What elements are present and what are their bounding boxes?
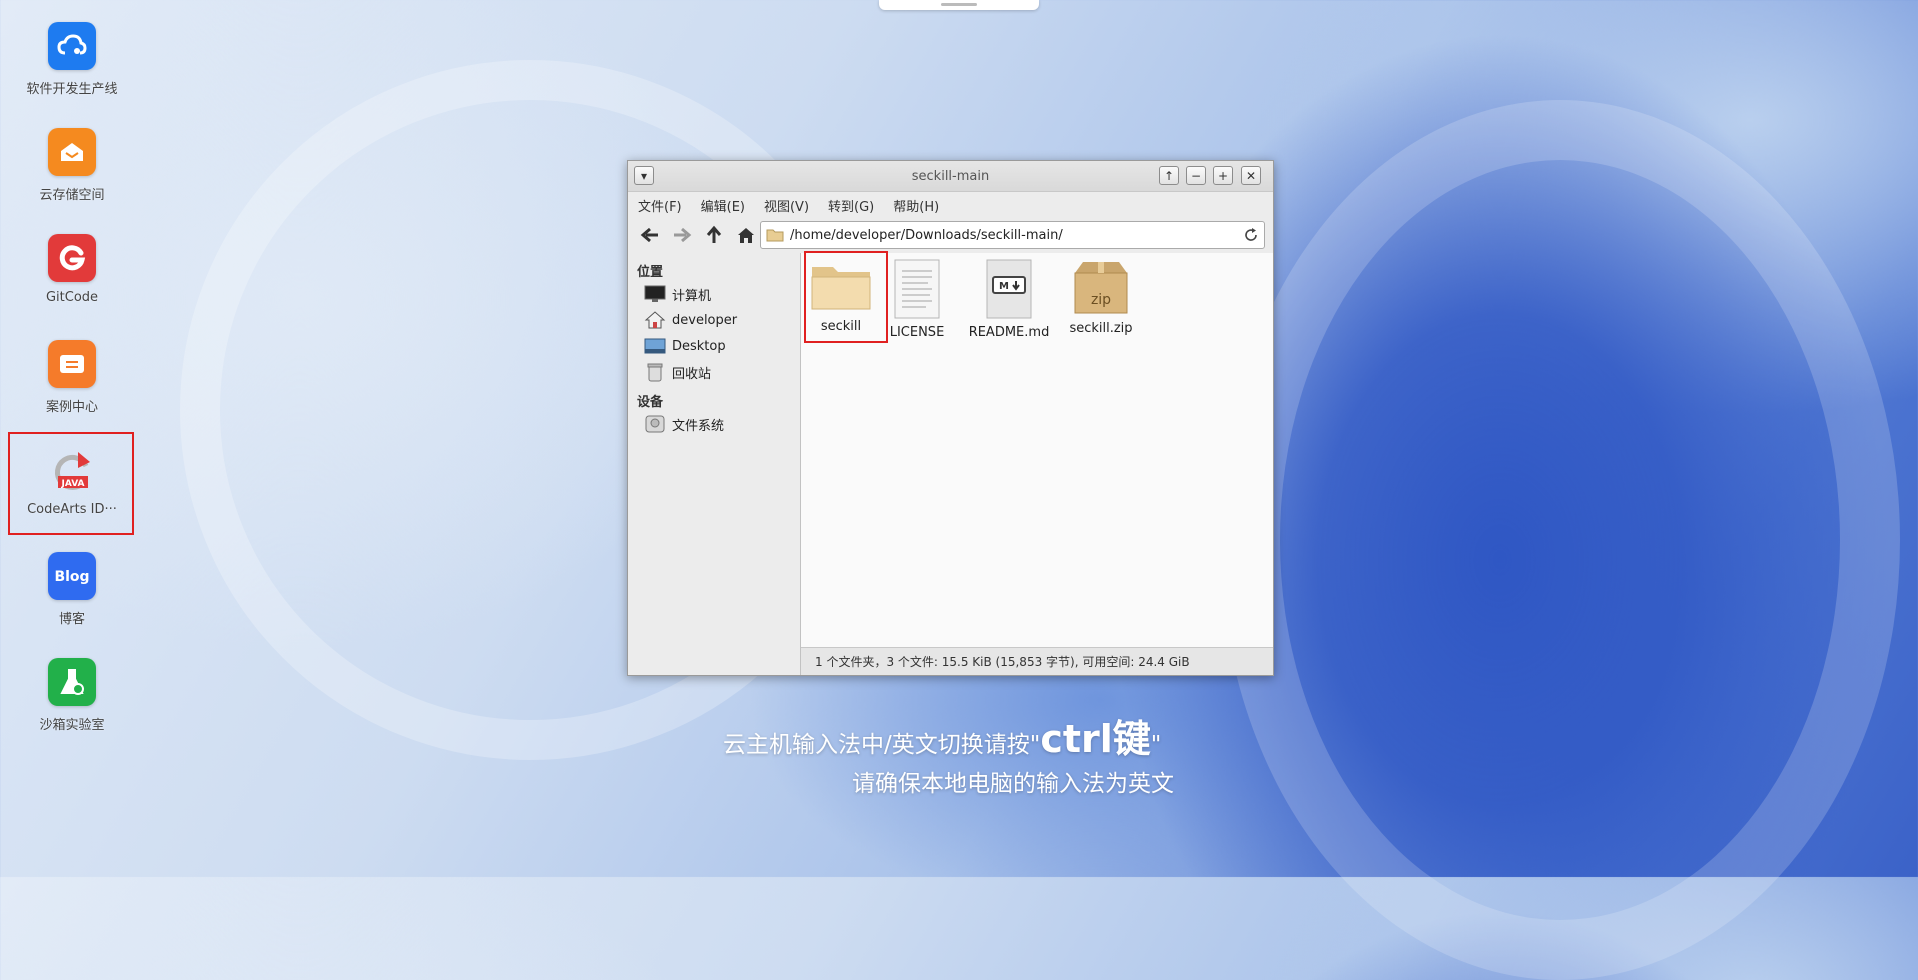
forward-button[interactable]	[670, 223, 694, 247]
file-view: seckill LICENSE M README.md zip seckill.…	[801, 251, 1273, 647]
address-bar[interactable]: /home/developer/Downloads/seckill-main/	[760, 221, 1265, 249]
sidebar-item-computer[interactable]: 计算机	[628, 281, 800, 307]
highlight-box-seckill	[804, 251, 888, 343]
svg-text:Blog: Blog	[54, 569, 89, 585]
places-sidebar: 位置 计算机 developer Desktop 回收站 设备 文件系统	[628, 253, 801, 675]
sidebar-item-trash[interactable]: 回收站	[628, 359, 800, 385]
desktop-icon-label: 沙箱实验室	[39, 718, 105, 733]
window-minimize-button[interactable]: −	[1186, 166, 1206, 185]
file-item-seckill-zip[interactable]: zip seckill.zip	[1061, 259, 1141, 345]
home-button[interactable]	[734, 223, 758, 247]
sidebar-item-label: developer	[672, 312, 738, 328]
menu-view[interactable]: 视图(V)	[764, 196, 809, 215]
desktop-icon-gitcode[interactable]: GitCode	[10, 226, 134, 326]
window-maximize-button[interactable]: +	[1213, 166, 1233, 185]
blog-icon: Blog	[48, 552, 96, 600]
sidebar-item-label: 文件系统	[672, 418, 725, 434]
sidebar-item-label: 回收站	[672, 366, 712, 382]
status-bar: 1 个文件夹，3 个文件: 15.5 KiB (15,853 字节), 可用空间…	[801, 647, 1273, 675]
sidebar-item-desktop[interactable]: Desktop	[628, 333, 800, 359]
trash-icon	[644, 362, 666, 382]
menu-go[interactable]: 转到(G)	[828, 196, 874, 215]
ime-hint-suffix: "	[1150, 732, 1162, 758]
case-center-icon	[48, 340, 96, 388]
forward-arrow-icon	[674, 227, 692, 243]
refresh-icon[interactable]	[1244, 228, 1258, 242]
zip-archive-icon: zip	[1074, 262, 1128, 314]
toolbar: /home/developer/Downloads/seckill-main/	[628, 218, 1273, 252]
top-drawer-handle[interactable]	[879, 0, 1039, 10]
window-shade-button[interactable]: ↑	[1159, 166, 1179, 185]
back-button[interactable]	[638, 223, 662, 247]
window-titlebar[interactable]: ▾ seckill-main ↑ − + ✕	[628, 161, 1273, 192]
devices-header: 设备	[637, 395, 664, 410]
menu-bar: 文件(F) 编辑(E) 视图(V) 转到(G) 帮助(H)	[628, 192, 1273, 218]
sidebar-item-label: 计算机	[672, 288, 712, 304]
places-header: 位置	[637, 265, 664, 280]
menu-edit[interactable]: 编辑(E)	[701, 196, 745, 215]
file-name: README.md	[968, 325, 1050, 340]
wallpaper-swirl	[1220, 100, 1900, 980]
desktop-icon-blog[interactable]: Blog 博客	[10, 544, 134, 644]
folder-small-icon	[766, 229, 784, 242]
file-name: LICENSE	[889, 325, 945, 340]
file-item-license[interactable]: LICENSE	[877, 259, 957, 345]
desktop-icon-label: 软件开发生产线	[26, 82, 118, 97]
gitcode-icon	[48, 234, 96, 282]
cloud-storage-icon	[48, 128, 96, 176]
ime-hint-key: ctrl键	[1040, 717, 1151, 761]
ime-hint-prefix: 云主机输入法中/英文切换请按"	[723, 732, 1041, 758]
desktop-icon-sandbox[interactable]: 沙箱实验室	[10, 650, 134, 750]
highlight-box-codearts	[8, 432, 134, 535]
sidebar-item-label: Desktop	[672, 338, 726, 354]
back-arrow-icon	[640, 227, 658, 243]
home-icon	[738, 228, 754, 243]
menu-file[interactable]: 文件(F)	[638, 196, 682, 215]
monitor-icon	[644, 284, 666, 304]
address-path: /home/developer/Downloads/seckill-main/	[790, 227, 1063, 243]
cloud-pipeline-icon	[48, 22, 96, 70]
file-item-readme[interactable]: M README.md	[969, 259, 1049, 345]
desktop-icon-case-center[interactable]: 案例中心	[10, 332, 134, 432]
window-close-button[interactable]: ✕	[1241, 166, 1261, 185]
markdown-file-icon: M	[986, 259, 1032, 319]
desktop-icon-devcloud[interactable]: 软件开发生产线	[10, 14, 134, 114]
up-arrow-icon	[706, 225, 722, 243]
ime-hint-line2: 请确保本地电脑的输入法为英文	[852, 771, 1174, 797]
desktop-icon-cloud-storage[interactable]: 云存储空间	[10, 120, 134, 220]
home-folder-icon	[644, 310, 666, 330]
drive-icon	[644, 414, 666, 434]
desktop-icon-label: GitCode	[45, 290, 99, 305]
sandbox-lab-icon	[48, 658, 96, 706]
desktop-icon-label: 云存储空间	[39, 188, 105, 203]
svg-text:M: M	[999, 281, 1009, 292]
ime-hint-line1: 云主机输入法中/英文切换请按"ctrl键"	[723, 708, 1161, 763]
text-file-icon	[894, 259, 940, 319]
menu-help[interactable]: 帮助(H)	[893, 196, 939, 215]
sidebar-item-filesystem[interactable]: 文件系统	[628, 411, 800, 437]
desktop-icon-label: 案例中心	[45, 400, 98, 415]
file-name: seckill.zip	[1069, 321, 1133, 336]
desktop-icon-label: 博客	[58, 612, 85, 627]
sidebar-item-developer[interactable]: developer	[628, 307, 800, 333]
up-button[interactable]	[702, 223, 726, 247]
desktop-folder-icon	[644, 336, 666, 356]
svg-text:zip: zip	[1091, 292, 1111, 308]
file-manager-window: ▾ seckill-main ↑ − + ✕ 文件(F) 编辑(E) 视图(V)…	[627, 160, 1274, 676]
